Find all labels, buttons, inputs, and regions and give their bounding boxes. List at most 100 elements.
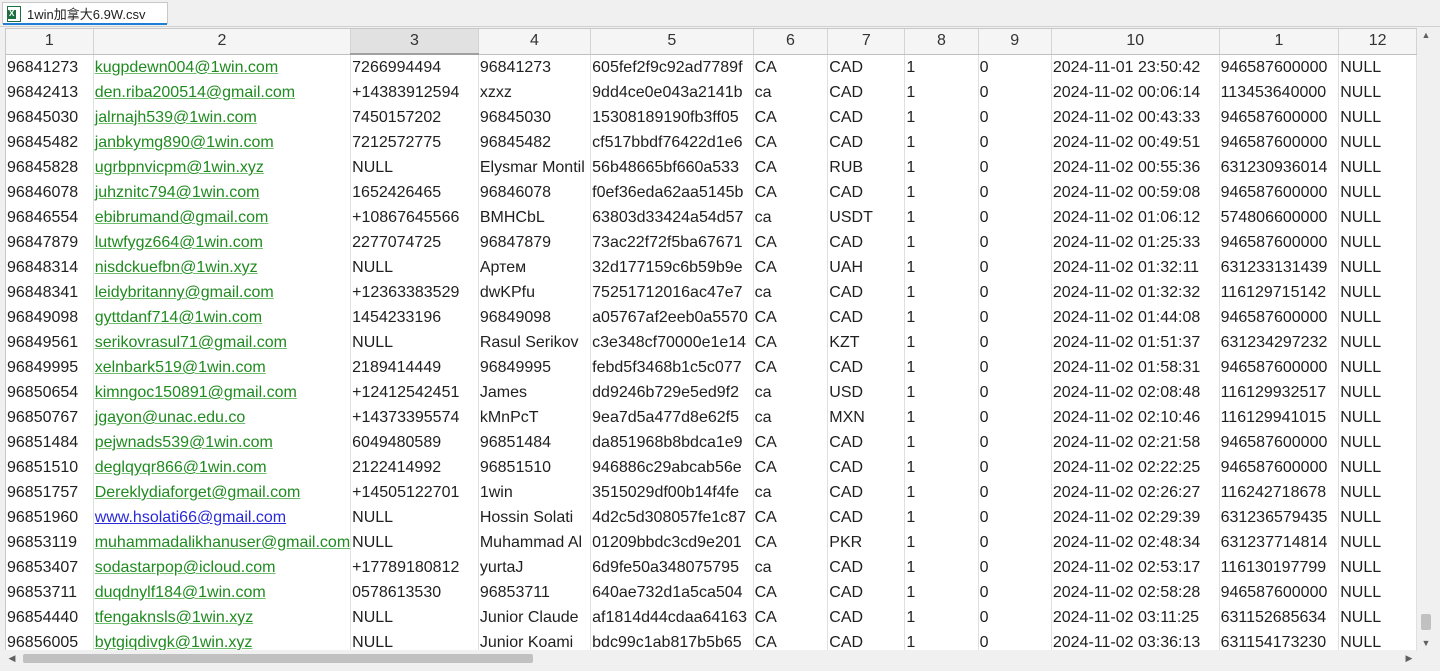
table-cell[interactable]: +14373395574 — [350, 405, 479, 430]
table-cell[interactable]: CA — [753, 605, 829, 630]
table-cell[interactable]: +14505122701 — [350, 480, 479, 505]
table-cell[interactable]: NULL — [350, 505, 479, 530]
table-cell[interactable]: 7212572775 — [350, 130, 479, 155]
table-cell[interactable]: 96845030 — [478, 105, 592, 130]
table-cell[interactable]: 96853711 — [478, 580, 592, 605]
table-cell[interactable]: CAD — [827, 280, 906, 305]
table-cell[interactable]: 946587600000 — [1219, 305, 1340, 330]
table-cell[interactable]: CA — [753, 130, 829, 155]
table-cell[interactable]: 1454233196 — [350, 305, 479, 330]
table-cell[interactable]: CA — [753, 430, 829, 455]
table-cell[interactable]: 605fef2f9c92ad7789f — [590, 54, 754, 80]
table-cell[interactable]: 96848341 — [6, 280, 94, 305]
table-cell[interactable]: 946886c29abcab56e — [590, 455, 754, 480]
table-cell[interactable]: 2024-11-02 02:22:25 — [1051, 455, 1220, 480]
column-header-2[interactable]: 2 — [93, 29, 352, 55]
table-cell[interactable]: +12412542451 — [350, 380, 479, 405]
table-cell[interactable]: NULL — [1338, 230, 1417, 255]
table-cell[interactable]: 2024-11-02 03:11:25 — [1051, 605, 1220, 630]
table-cell[interactable]: 2024-11-02 01:32:32 — [1051, 280, 1220, 305]
table-cell[interactable]: 96846078 — [6, 180, 94, 205]
table-cell[interactable]: +12363383529 — [350, 280, 479, 305]
table-cell[interactable]: 1 — [904, 255, 979, 280]
email-cell[interactable]: kimngoc150891@gmail.com — [93, 380, 352, 405]
table-cell[interactable]: NULL — [1338, 255, 1417, 280]
scroll-down-arrow-icon[interactable]: ▼ — [1417, 636, 1435, 650]
email-cell[interactable]: serikovrasul71@gmail.com — [93, 330, 352, 355]
table-cell[interactable]: 96849561 — [6, 330, 94, 355]
email-cell[interactable]: gyttdanf714@1win.com — [93, 305, 352, 330]
table-cell[interactable]: 96849995 — [6, 355, 94, 380]
table-cell[interactable]: NULL — [1338, 605, 1417, 630]
table-cell[interactable]: CA — [753, 455, 829, 480]
table-cell[interactable]: NULL — [1338, 480, 1417, 505]
table-cell[interactable]: 1 — [904, 180, 979, 205]
table-cell[interactable]: 0 — [978, 155, 1052, 180]
table-cell[interactable]: 6d9fe50a348075795 — [590, 555, 754, 580]
email-cell[interactable]: den.riba200514@gmail.com — [93, 80, 352, 105]
column-header-1[interactable]: 1 — [6, 29, 94, 55]
table-cell[interactable]: 0 — [978, 280, 1052, 305]
email-cell[interactable]: ugrbpnvicpm@1win.xyz — [93, 155, 352, 180]
email-cell[interactable]: pejwnads539@1win.com — [93, 430, 352, 455]
table-cell[interactable]: NULL — [1338, 355, 1417, 380]
table-cell[interactable]: 96841273 — [6, 54, 94, 80]
email-cell[interactable]: sodastarpop@icloud.com — [93, 555, 352, 580]
table-cell[interactable]: 4d2c5d308057fe1c87 — [590, 505, 754, 530]
table-cell[interactable]: James — [478, 380, 592, 405]
column-header-5[interactable]: 5 — [590, 29, 754, 55]
table-cell[interactable]: NULL — [350, 530, 479, 555]
table-cell[interactable]: NULL — [1338, 130, 1417, 155]
table-cell[interactable]: CA — [753, 630, 829, 651]
email-cell[interactable]: nisdckuefbn@1win.xyz — [93, 255, 352, 280]
table-cell[interactable]: 1 — [904, 130, 979, 155]
email-cell[interactable]: kugpdewn004@1win.com — [93, 54, 352, 80]
table-cell[interactable]: 15308189190fb3ff05 — [590, 105, 754, 130]
table-cell[interactable]: 0 — [978, 80, 1052, 105]
table-cell[interactable]: 01209bbdc3cd9e201 — [590, 530, 754, 555]
table-cell[interactable]: 96851484 — [478, 430, 592, 455]
table-cell[interactable]: 0 — [978, 455, 1052, 480]
table-cell[interactable]: 946587600000 — [1219, 455, 1340, 480]
table-cell[interactable]: CAD — [827, 305, 906, 330]
table-cell[interactable]: 2024-11-02 00:55:36 — [1051, 155, 1220, 180]
table-cell[interactable]: 1 — [904, 480, 979, 505]
table-cell[interactable]: 96854440 — [6, 605, 94, 630]
table-cell[interactable]: NULL — [1338, 330, 1417, 355]
email-cell[interactable]: duqdnylf184@1win.com — [93, 580, 352, 605]
email-cell[interactable]: leidybritanny@gmail.com — [93, 280, 352, 305]
scroll-left-arrow-icon[interactable]: ◀ — [5, 650, 19, 666]
table-cell[interactable]: ca — [753, 280, 829, 305]
table-cell[interactable]: 1 — [904, 630, 979, 651]
table-cell[interactable]: RUB — [827, 155, 906, 180]
table-cell[interactable]: 631236579435 — [1219, 505, 1340, 530]
table-cell[interactable]: CAD — [827, 180, 906, 205]
table-cell[interactable]: 96853407 — [6, 555, 94, 580]
table-cell[interactable]: 63803d33424a54d57 — [590, 205, 754, 230]
table-cell[interactable]: 1 — [904, 555, 979, 580]
table-cell[interactable]: CA — [753, 355, 829, 380]
table-cell[interactable]: 96847879 — [6, 230, 94, 255]
table-cell[interactable]: 946587600000 — [1219, 180, 1340, 205]
table-cell[interactable]: 2024-11-02 01:06:12 — [1051, 205, 1220, 230]
vertical-scroll-thumb[interactable] — [1421, 614, 1431, 630]
table-cell[interactable]: CA — [753, 155, 829, 180]
table-cell[interactable]: 9dd4ce0e043a2141b — [590, 80, 754, 105]
table-cell[interactable]: 574806600000 — [1219, 205, 1340, 230]
table-cell[interactable]: 96851960 — [6, 505, 94, 530]
table-cell[interactable]: MXN — [827, 405, 906, 430]
table-cell[interactable]: NULL — [350, 155, 479, 180]
vertical-scrollbar[interactable]: ▲ ▼ — [1417, 28, 1435, 650]
table-cell[interactable]: CA — [753, 255, 829, 280]
table-cell[interactable]: 2024-11-02 00:43:33 — [1051, 105, 1220, 130]
email-cell[interactable]: janbkymg890@1win.com — [93, 130, 352, 155]
table-cell[interactable]: 96841273 — [478, 54, 592, 80]
table-cell[interactable]: 2189414449 — [350, 355, 479, 380]
table-cell[interactable]: 0 — [978, 580, 1052, 605]
table-cell[interactable]: NULL — [1338, 405, 1417, 430]
table-cell[interactable]: 9ea7d5a477d8e62f5 — [590, 405, 754, 430]
table-cell[interactable]: NULL — [350, 330, 479, 355]
table-cell[interactable]: 0 — [978, 605, 1052, 630]
table-cell[interactable]: NULL — [1338, 54, 1417, 80]
table-cell[interactable]: 1 — [904, 230, 979, 255]
